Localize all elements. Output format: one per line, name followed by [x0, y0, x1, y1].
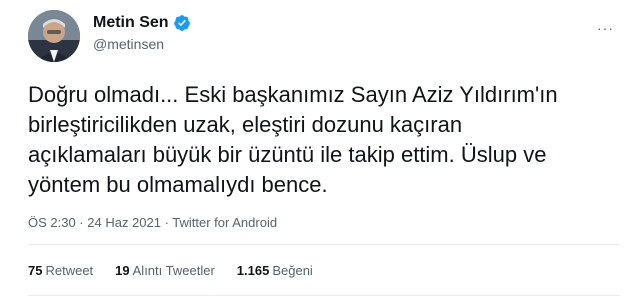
retweet-label: Retweet	[45, 263, 94, 278]
like-count: 1.165	[236, 263, 270, 278]
retweet-count: 75	[28, 263, 43, 278]
tweet-stats: 75 Retweet 19 Alıntı Tweetler 1.165 Beğeni	[28, 263, 313, 278]
quote-count: 19	[115, 263, 130, 278]
author-name-row: Metin Sen	[93, 14, 191, 32]
quote-stat[interactable]: 19 Alıntı Tweetler	[115, 263, 215, 278]
like-stat[interactable]: 1.165 Beğeni	[237, 263, 313, 278]
author-handle[interactable]: @metinsen	[93, 36, 164, 52]
divider	[28, 244, 620, 245]
tweet-timestamp[interactable]: ÖS 2:30 · 24 Haz 2021 · Twitter for Andr…	[28, 215, 277, 230]
author-name[interactable]: Metin Sen	[93, 14, 169, 32]
avatar[interactable]	[28, 10, 80, 62]
retweet-stat[interactable]: 75 Retweet	[28, 263, 93, 278]
more-options-icon[interactable]: ···	[597, 20, 614, 36]
tweet-card: Metin Sen @metinsen ··· Doğru olmadı... …	[0, 0, 640, 306]
divider	[28, 295, 620, 296]
tweet-text: Doğru olmadı... Eski başkanımız Sayın Az…	[28, 82, 558, 197]
verified-badge-icon	[173, 14, 191, 32]
like-label: Beğeni	[272, 263, 313, 278]
quote-label: Alıntı Tweetler	[132, 263, 215, 278]
